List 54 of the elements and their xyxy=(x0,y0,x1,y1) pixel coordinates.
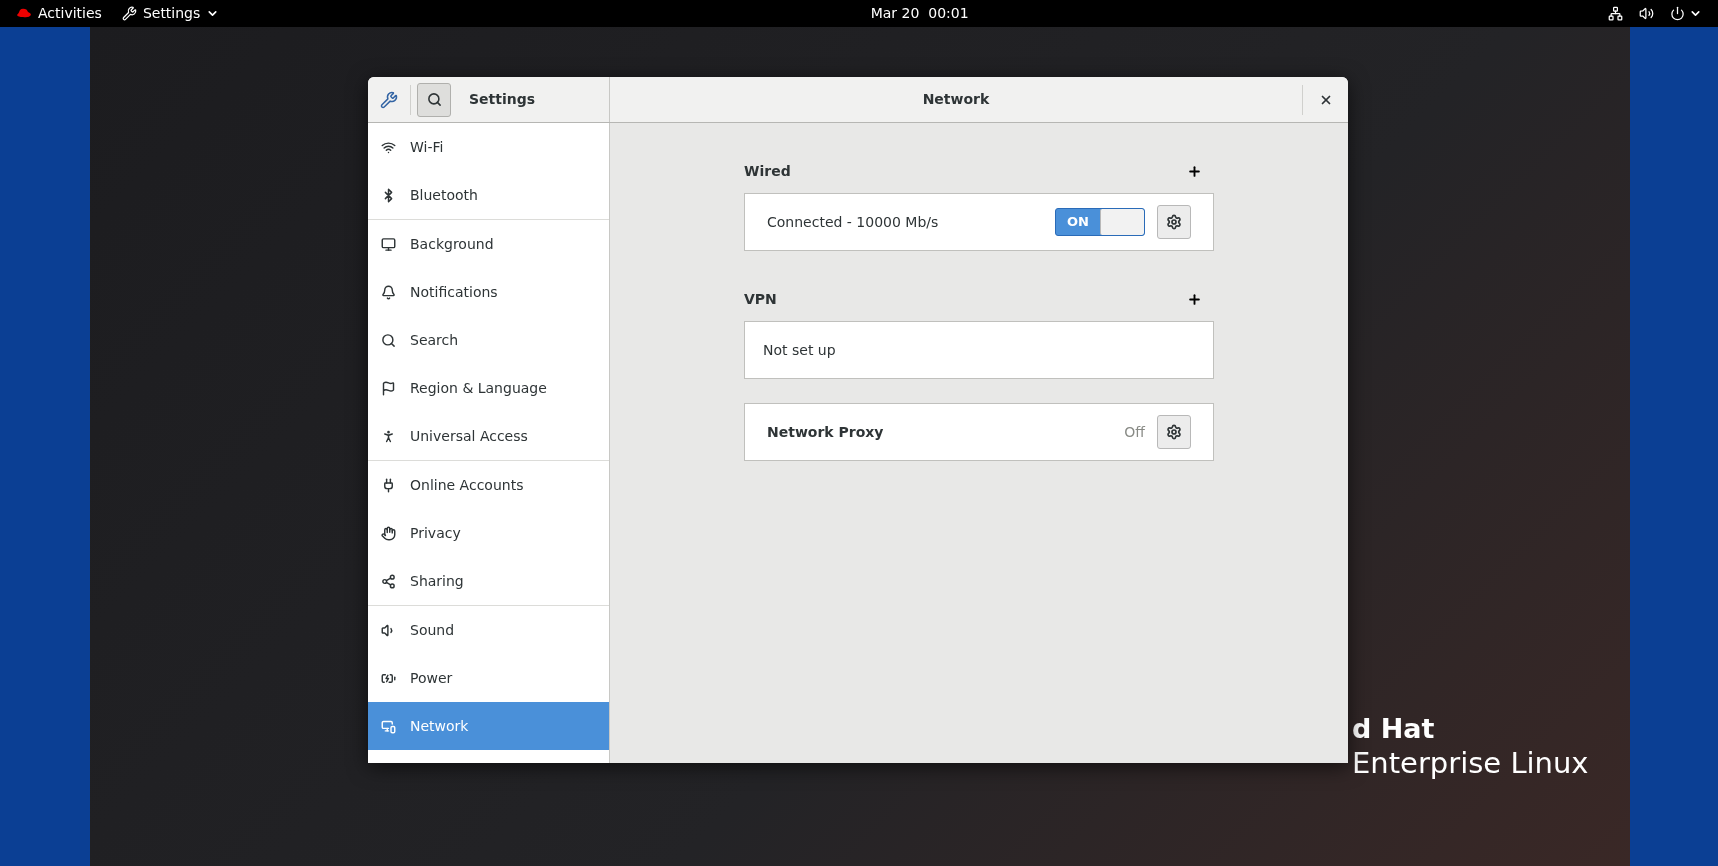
sidebar-item[interactable]: Sharing xyxy=(368,557,609,605)
sidebar-item[interactable]: Universal Access xyxy=(368,412,609,460)
settings-icon xyxy=(1166,214,1182,230)
window-title: Network xyxy=(921,90,991,109)
sidebar-item[interactable]: Power xyxy=(368,654,609,702)
clock[interactable]: Mar 20 00:01 xyxy=(870,3,969,24)
sidebar-item[interactable]: Background xyxy=(368,220,609,268)
sidebar-title: Settings xyxy=(469,90,536,109)
sidebar-item[interactable]: Notifications xyxy=(368,268,609,316)
proxy-label: Network Proxy xyxy=(767,422,885,442)
person-icon xyxy=(381,428,396,444)
sidebar-item[interactable]: Online Accounts xyxy=(368,461,609,509)
search-icon xyxy=(381,332,396,348)
network-icon[interactable] xyxy=(1608,6,1623,21)
sidebar-item[interactable]: Region & Language xyxy=(368,364,609,412)
power-menu[interactable] xyxy=(1670,6,1702,21)
app-menu[interactable]: Settings xyxy=(109,3,232,24)
bell-icon xyxy=(381,284,396,300)
monitor-icon xyxy=(381,236,396,252)
proxy-status: Off xyxy=(1124,422,1145,442)
flag-icon xyxy=(381,380,396,396)
search-icon xyxy=(426,92,442,107)
hat-icon xyxy=(16,8,32,19)
add-icon xyxy=(1187,291,1202,307)
wallpaper-text: Enterprise Linux xyxy=(1352,746,1589,780)
devices-icon xyxy=(381,718,396,734)
activities-button[interactable]: Activities xyxy=(8,3,110,24)
wallpaper-text: d Hat xyxy=(1352,712,1435,746)
tools-icon xyxy=(121,6,137,21)
sidebar-item[interactable]: Search xyxy=(368,316,609,364)
sidebar-item[interactable]: Bluetooth xyxy=(368,171,609,219)
settings-button[interactable] xyxy=(1157,415,1191,449)
section-title: Wired xyxy=(744,161,791,181)
switch-label: ON xyxy=(1066,213,1090,232)
share-icon xyxy=(381,573,396,589)
sidebar-item[interactable]: Sound xyxy=(368,606,609,654)
connection-status: Connected - 10000 Mb/s xyxy=(767,212,940,232)
settings-button[interactable] xyxy=(1157,205,1191,239)
add-button[interactable] xyxy=(1187,163,1202,179)
volume-icon[interactable] xyxy=(1639,6,1654,21)
power-icon xyxy=(1670,6,1685,21)
section-title: VPN xyxy=(744,289,777,309)
add-icon xyxy=(1187,163,1202,179)
add-button[interactable] xyxy=(1187,291,1202,307)
search-button[interactable] xyxy=(417,82,451,117)
tools-icon xyxy=(380,90,398,109)
sidebar-item[interactable]: Privacy xyxy=(368,509,609,557)
switch-knob xyxy=(1100,209,1144,235)
empty-message: Not set up xyxy=(763,340,836,360)
hand-icon xyxy=(381,525,396,541)
sidebar-item[interactable]: Wi-Fi xyxy=(368,123,609,171)
plug-icon xyxy=(381,477,396,493)
settings-icon xyxy=(1166,424,1182,440)
wifi-icon xyxy=(381,139,396,155)
